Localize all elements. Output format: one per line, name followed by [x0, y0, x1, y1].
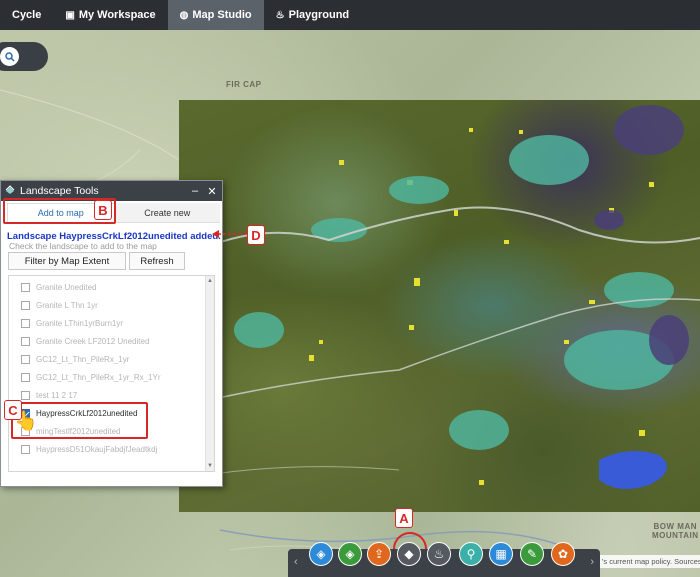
grid-tool-button[interactable]: ▦ — [489, 542, 513, 566]
list-item[interactable]: Granite L Thn 1yr — [21, 299, 98, 311]
list-item[interactable]: Granite Creek LF2012 Unedited — [21, 335, 149, 347]
toolbar-next-icon[interactable]: › — [590, 556, 594, 568]
upload-tool-button[interactable]: ⇪ — [367, 542, 391, 566]
list-item-label: Granite L Thn 1yr — [36, 300, 98, 310]
map-pin-icon: ⚲ — [466, 547, 476, 561]
checkbox[interactable] — [21, 372, 30, 382]
nav-map-studio[interactable]: ◍ Map Studio — [167, 0, 264, 30]
landscape-icon: ◆ — [404, 547, 414, 561]
filter-by-map-extent-button[interactable]: Filter by Map Extent — [8, 252, 126, 270]
list-item-label: HaypressD51OkaujFabdjfJeadtkdj — [36, 444, 158, 454]
toolbar-prev-icon[interactable]: ‹ — [294, 556, 298, 568]
annotation-label-a: A — [395, 508, 413, 528]
checkbox[interactable] — [21, 318, 30, 328]
scroll-up-icon[interactable]: ▲ — [207, 278, 213, 284]
list-item-label: Granite LThin1yrBurn1yr — [36, 318, 123, 328]
landscape-list[interactable]: Granite Unedited Granite L Thn 1yr Grani… — [8, 275, 215, 472]
palette-icon: ✿ — [557, 547, 569, 561]
map-label-bowman: BOW MAN MOUNTAIN — [652, 522, 699, 540]
nav-cycle-label: Cycle — [12, 9, 42, 21]
list-item[interactable]: HaypressD51OkaujFabdjfJeadtkdj — [21, 443, 157, 455]
hint-text: Check the landscape to add to the map — [9, 241, 157, 251]
nav-playground-label: Playground — [288, 9, 350, 21]
layers-icon: ◈ — [316, 547, 326, 561]
list-item-label: test 11 2 17 — [36, 390, 78, 400]
pencil-tool-button[interactable]: ✎ — [520, 542, 544, 566]
list-item-label: GC12_Lt_Thn_PileRx_1yr_Rx_1Yr — [36, 372, 161, 382]
pencil-icon: ✎ — [526, 547, 538, 561]
landscape-overlay — [179, 100, 700, 512]
nav-my-workspace[interactable]: ▣ My Workspace — [53, 0, 167, 30]
map-policy-text: 's current map policy. Sources — [600, 555, 700, 568]
tab-create-new[interactable]: Create new — [115, 203, 221, 222]
map-pin-tool-button[interactable]: ⚲ — [459, 542, 483, 566]
refresh-button[interactable]: Refresh — [129, 252, 185, 270]
list-item[interactable]: Granite LThin1yrBurn1yr — [21, 317, 123, 329]
list-item-label: Granite Unedited — [36, 282, 97, 292]
grid-icon: ▦ — [495, 547, 507, 561]
upload-icon: ⇪ — [373, 547, 385, 561]
fire-tool-button[interactable]: ♨ — [427, 542, 451, 566]
checkbox[interactable] — [21, 336, 30, 346]
landscape-tools-icon — [5, 184, 15, 198]
fire-tool-icon: ♨ — [433, 547, 445, 561]
panel-title: Landscape Tools — [20, 185, 99, 197]
list-item-label: Granite Creek LF2012 Unedited — [36, 336, 150, 346]
fire-icon: ♨ — [275, 9, 285, 21]
nav-map-studio-label: Map Studio — [192, 9, 252, 21]
nav-playground[interactable]: ♨ Playground — [264, 0, 361, 30]
search-button[interactable] — [0, 47, 19, 66]
list-item[interactable]: test 11 2 17 — [21, 389, 77, 401]
list-item[interactable]: Granite Unedited — [21, 281, 96, 293]
basemap-tool-button[interactable]: ◈ — [338, 542, 362, 566]
landscape-tool-button[interactable]: ◆ — [397, 542, 421, 566]
list-item-label: GC12_Lt_Thn_PileRx_1yr — [36, 354, 130, 364]
list-item[interactable]: GC12_Lt_Thn_PileRx_1yr — [21, 353, 129, 365]
globe-icon: ◍ — [179, 9, 189, 21]
hand-cursor-icon: 👆 — [14, 411, 38, 432]
list-scrollbar[interactable]: ▲ ▼ — [205, 276, 214, 471]
basemap-layers-icon: ◈ — [345, 547, 355, 561]
checkbox[interactable] — [21, 444, 30, 454]
annotation-label-b: B — [94, 200, 112, 220]
list-item[interactable]: GC12_Lt_Thn_PileRx_1yr_Rx_1Yr — [21, 371, 161, 383]
checkbox[interactable] — [21, 282, 30, 292]
landscape-raster — [179, 105, 700, 489]
minimize-icon[interactable]: – — [189, 185, 201, 197]
checkbox[interactable] — [21, 354, 30, 364]
search-icon — [4, 51, 15, 62]
nav-my-workspace-label: My Workspace — [78, 9, 156, 21]
scroll-down-icon[interactable]: ▼ — [207, 463, 213, 469]
landscape-tools-panel: Landscape Tools – ✕ Add to map Create ne… — [0, 180, 223, 487]
top-nav: Cycle ▣ My Workspace ◍ Map Studio ♨ Play… — [0, 0, 700, 30]
map-label-fir: FIR CAP — [226, 80, 262, 89]
nav-cycle[interactable]: Cycle — [0, 0, 53, 30]
checkbox[interactable] — [21, 390, 30, 400]
layers-tool-button[interactable]: ◈ — [309, 542, 333, 566]
checkbox[interactable] — [21, 300, 30, 310]
workspace-icon: ▣ — [65, 9, 75, 21]
annotation-label-d: D — [247, 225, 265, 245]
close-icon[interactable]: ✕ — [206, 185, 218, 198]
palette-tool-button[interactable]: ✿ — [551, 542, 575, 566]
